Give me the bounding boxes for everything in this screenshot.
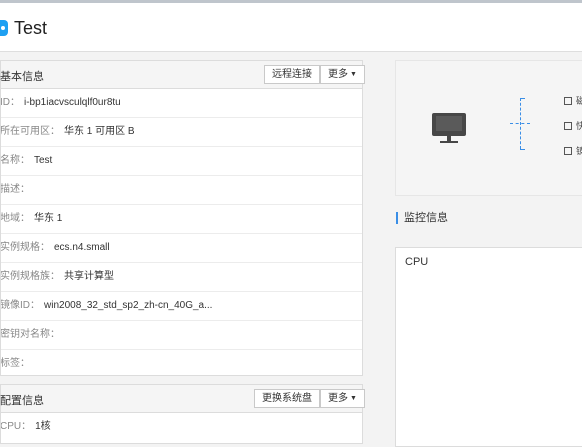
info-row-description: 描述：	[1, 175, 362, 205]
info-row-instance-family: 实例规格族： 共享计算型	[1, 262, 362, 292]
resource-disk[interactable]: 磁	[564, 94, 582, 107]
resource-snapshot[interactable]: 快	[564, 119, 582, 132]
cpu-chart-label: CPU	[405, 256, 429, 268]
remote-connect-button[interactable]: 远程连接	[264, 65, 320, 84]
caret-down-icon: ▼	[350, 395, 357, 402]
computer-icon	[432, 113, 466, 136]
info-row-tags: 标签：	[1, 358, 30, 369]
info-row-instance-type: 实例规格： ecs.n4.small	[1, 233, 362, 263]
info-row-name: 名称： Test	[1, 146, 362, 176]
caret-down-icon: ▼	[350, 71, 357, 78]
basic-more-button[interactable]: 更多 ▼	[320, 65, 365, 84]
connector-line	[520, 98, 521, 149]
page-header: Test	[0, 0, 582, 52]
basic-info-title: 基本信息	[0, 71, 44, 83]
info-row-id: ID： i-bp1iacvsculqlf0ur8tu	[1, 88, 362, 118]
config-info-header: 配置信息 更换系统盘 更多 ▼	[0, 385, 365, 413]
config-info-panel: 配置信息 更换系统盘 更多 ▼ CPU： 1核	[0, 384, 365, 444]
info-row-keypair: 密钥对名称：	[1, 320, 362, 350]
monitoring-title: 监控信息	[396, 212, 448, 224]
cpu-monitor-panel: CPU	[395, 247, 582, 447]
disk-icon	[564, 97, 572, 105]
change-system-disk-button[interactable]: 更换系统盘	[254, 389, 320, 408]
page-title: Test	[14, 18, 48, 38]
config-more-button[interactable]: 更多 ▼	[320, 389, 365, 408]
config-info-title: 配置信息	[0, 395, 44, 407]
instance-topology: 磁 快 镜	[395, 60, 582, 196]
info-row-region: 地域： 华东 1	[1, 204, 362, 234]
basic-info-header: 基本信息 远程连接 更多 ▼	[0, 61, 365, 89]
snapshot-icon	[564, 122, 572, 130]
resource-image[interactable]: 镜	[564, 144, 582, 157]
instance-icon	[0, 20, 8, 36]
info-row-image-id: 镜像ID： win2008_32_std_sp2_zh-cn_40G_a...	[1, 291, 362, 321]
info-row-zone: 所在可用区： 华东 1 可用区 B	[1, 117, 362, 147]
basic-info-panel: 基本信息 远程连接 更多 ▼ ID： i-bp1iacvsculqlf0ur8tu …	[0, 60, 365, 376]
security-icon	[564, 147, 572, 155]
